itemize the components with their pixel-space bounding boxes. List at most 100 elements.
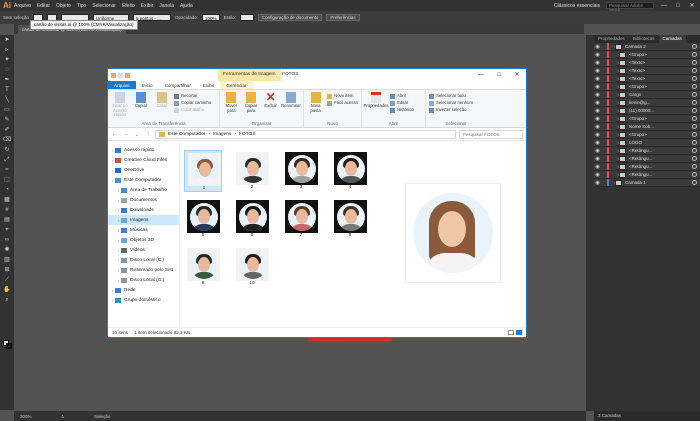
eye-icon[interactable]: ◉ — [594, 44, 601, 50]
expand-chevron-icon[interactable]: › — [611, 84, 619, 89]
eye-icon[interactable]: ◉ — [594, 52, 601, 58]
file-thumbnail[interactable]: 6 — [233, 198, 271, 240]
shaper-icon[interactable]: ✐ — [0, 125, 14, 135]
nav-item[interactable]: › Área de Trabalho — [108, 185, 179, 195]
nav-item[interactable]: › Documentos — [108, 195, 179, 205]
menu-item[interactable]: Exibir — [141, 3, 154, 9]
file-thumbnail[interactable]: 7 — [282, 198, 320, 240]
magic-wand-icon[interactable]: ✦ — [0, 55, 14, 65]
nav-item[interactable]: › Objetos 3D — [108, 235, 179, 245]
opacity-input[interactable]: 100% — [202, 14, 220, 21]
layer-row[interactable]: ◉›Camada 1 — [594, 179, 700, 187]
stroke-color-swatch[interactable] — [6, 343, 12, 349]
layer-row[interactable]: ◉ › <Grupo> — [594, 115, 700, 123]
file-thumbnail[interactable]: 9 — [184, 246, 222, 288]
expand-chevron-icon[interactable]: › — [611, 148, 619, 153]
target-icon[interactable] — [692, 92, 697, 97]
slice-icon[interactable]: ⟋ — [0, 275, 14, 285]
target-icon[interactable] — [692, 140, 697, 145]
target-icon[interactable] — [692, 68, 697, 73]
eyedropper-icon[interactable]: ⌖ — [0, 225, 14, 235]
tab-manage[interactable]: Gerenciar — [220, 81, 253, 89]
target-icon[interactable] — [692, 84, 697, 89]
zoom-icon[interactable]: ⌕ — [0, 295, 14, 305]
layer-row[interactable]: ◉ › <Retângu... — [594, 163, 700, 171]
scale-icon[interactable]: ⤢ — [0, 155, 14, 165]
eye-icon[interactable]: ◉ — [594, 132, 601, 138]
target-icon[interactable] — [692, 156, 697, 161]
target-icon[interactable] — [692, 100, 697, 105]
eye-icon[interactable]: ◉ — [594, 60, 601, 66]
eye-icon[interactable]: ◉ — [594, 108, 601, 114]
nav-item[interactable]: › Vídeos — [108, 245, 179, 255]
maximize-icon[interactable]: □ — [674, 3, 682, 9]
layers-tab[interactable]: Bibliotecas — [629, 35, 659, 43]
rectangle-tool-icon[interactable]: ▭ — [0, 105, 14, 115]
nav-item[interactable]: › Downloads — [108, 205, 179, 215]
paste-shortcut-button[interactable]: Colar atalho — [174, 107, 211, 113]
target-icon[interactable] — [692, 44, 697, 49]
workspace-switcher[interactable]: Clássicos essenciais — [554, 3, 600, 9]
expand-chevron-icon[interactable]: › — [611, 140, 619, 145]
lasso-icon[interactable]: ◌ — [0, 65, 14, 75]
new-item-button[interactable]: Novo item — [327, 93, 358, 99]
target-icon[interactable] — [692, 60, 697, 65]
warp-icon[interactable]: ≈ — [0, 165, 14, 175]
target-icon[interactable] — [692, 124, 697, 129]
open-button[interactable]: Abrir — [390, 93, 414, 99]
history-button[interactable]: Histórico — [390, 107, 414, 113]
up-arrow-icon[interactable]: ↑ — [144, 131, 152, 137]
eye-icon[interactable]: ◉ — [594, 172, 601, 178]
expand-chevron-icon[interactable]: › — [611, 92, 619, 97]
layer-row[interactable]: ◉ › LOGO — [594, 139, 700, 147]
column-graph-icon[interactable]: ▥ — [0, 255, 14, 265]
tab-home[interactable]: Início — [136, 81, 159, 89]
target-icon[interactable] — [692, 108, 697, 113]
folder-icon[interactable] — [111, 72, 116, 78]
target-icon[interactable] — [692, 132, 697, 137]
folder-icon[interactable] — [125, 72, 130, 78]
layer-row[interactable]: ◉ › kevin@g... — [594, 99, 700, 107]
nav-item[interactable]: › Este Computador — [108, 175, 179, 185]
type-tool-icon[interactable]: T — [0, 85, 14, 95]
layer-row[interactable]: ◉ › Nome Sob... — [594, 123, 700, 131]
details-view-icon[interactable] — [508, 330, 514, 335]
nav-item[interactable]: › Imagens — [108, 215, 179, 225]
breadcrumb-computer[interactable]: Este Computador — [168, 132, 205, 137]
eye-icon[interactable]: ◉ — [594, 180, 601, 186]
layer-row[interactable]: ◉ › <Grupo> — [594, 131, 700, 139]
address-bar[interactable]: Este Computador › Imagens › FOTOS — [155, 129, 456, 139]
eye-icon[interactable]: ◉ — [594, 148, 601, 154]
layer-row[interactable]: ◉ › <Retângu... — [594, 147, 700, 155]
menu-item[interactable]: Selecionar — [92, 3, 116, 9]
selection-tool-icon[interactable]: ➤ — [0, 35, 14, 45]
layer-row[interactable]: ◉ › <Texto> — [594, 59, 700, 67]
target-icon[interactable] — [692, 164, 697, 169]
menu-item[interactable]: Objeto — [56, 3, 71, 9]
close-icon[interactable]: ✕ — [508, 69, 526, 81]
nav-item[interactable]: › OneDrive — [108, 165, 179, 175]
nav-item[interactable]: › Músicas — [108, 225, 179, 235]
pen-tool-icon[interactable]: ✒ — [0, 75, 14, 85]
eye-icon[interactable]: ◉ — [594, 164, 601, 170]
gradient-icon[interactable]: ▤ — [0, 215, 14, 225]
rotate-icon[interactable]: ↻ — [0, 145, 14, 155]
free-transform-icon[interactable]: ⬚ — [0, 175, 14, 185]
layer-row[interactable]: ◉ › Cargo — [594, 91, 700, 99]
recent-chevron-icon[interactable]: ⌄ — [133, 131, 141, 138]
mesh-icon[interactable]: # — [0, 205, 14, 215]
zoom-level[interactable]: 300% — [20, 414, 32, 419]
layers-tab[interactable]: Propriedades — [594, 35, 629, 43]
edit-button[interactable]: Editar — [390, 100, 414, 106]
style-select[interactable] — [239, 14, 254, 21]
tab-share[interactable]: Compartilhar — [159, 81, 197, 89]
select-none-button[interactable]: Selecionar nenhum — [429, 100, 473, 106]
select-all-button[interactable]: Selecionar tudo — [429, 93, 473, 99]
expand-chevron-icon[interactable]: › — [611, 100, 619, 105]
nav-item[interactable]: › Creative Cloud Files — [108, 155, 179, 165]
eye-icon[interactable]: ◉ — [594, 92, 601, 98]
artboard-icon[interactable]: ⊞ — [0, 265, 14, 275]
layer-row[interactable]: ◉ › <Retângu... — [594, 155, 700, 163]
easy-access-button[interactable]: Fácil acesso — [327, 100, 358, 106]
layer-row[interactable]: ◉ › <Grupo> — [594, 83, 700, 91]
